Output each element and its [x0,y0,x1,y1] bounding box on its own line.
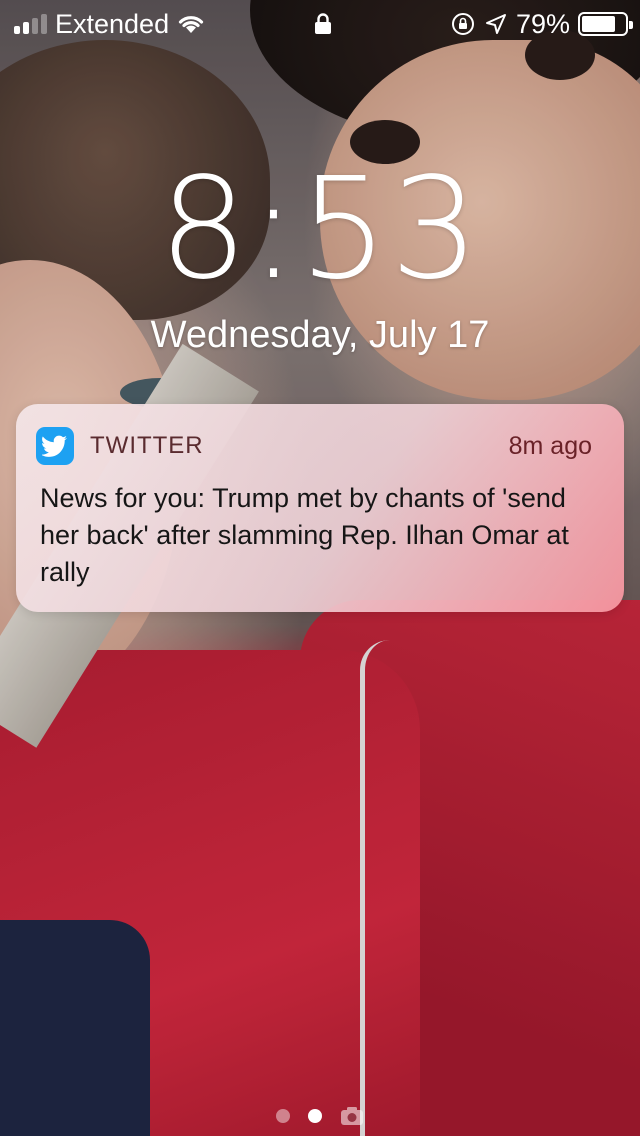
cellular-signal-icon [14,14,47,34]
lock-screen-time: 8:53 [158,148,482,311]
wifi-icon [178,16,204,33]
lock-icon [315,13,331,34]
page-dot-1[interactable] [276,1109,290,1123]
notification-header: TWITTER 8m ago [36,426,592,466]
twitter-bird-icon [36,427,74,465]
carrier-name: Extended [55,8,170,39]
page-indicator[interactable] [0,1104,640,1128]
battery-percentage: 79% [515,8,570,39]
notification-timestamp: 8m ago [508,431,592,460]
notification-message: News for you: Trump met by chants of 'se… [40,483,569,587]
orientation-lock-icon [451,13,474,35]
lock-screen-date: Wednesday, July 17 [150,314,490,356]
battery-icon [578,12,633,36]
location-arrow-icon [485,14,506,34]
page-dot-2[interactable] [308,1109,322,1123]
notification-app-name: TWITTER [90,432,204,459]
notification-card[interactable]: TWITTER 8m ago News for you: Trump met b… [16,404,624,612]
camera-icon[interactable] [340,1106,364,1126]
